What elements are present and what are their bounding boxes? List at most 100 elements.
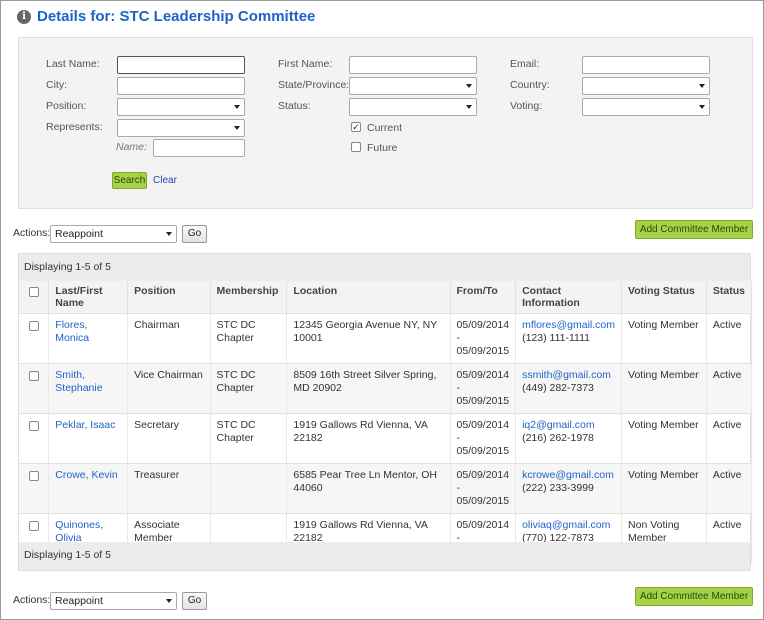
row-checkbox[interactable] bbox=[29, 521, 39, 531]
search-button[interactable]: Search bbox=[112, 172, 147, 189]
name-input[interactable] bbox=[153, 139, 245, 157]
name-label: Name: bbox=[116, 141, 147, 153]
first-name-input[interactable] bbox=[349, 56, 477, 74]
add-committee-member-button[interactable]: Add Committee Member bbox=[635, 587, 753, 606]
col-location[interactable]: Location bbox=[286, 281, 451, 314]
contact-cell: mflores@gmail.com (123) 111-1111 bbox=[515, 313, 623, 364]
city-input[interactable] bbox=[117, 77, 245, 95]
voting-status-cell: Voting Member bbox=[621, 413, 707, 464]
go-button[interactable]: Go bbox=[182, 225, 207, 243]
col-position[interactable]: Position bbox=[127, 281, 211, 314]
col-membership[interactable]: Membership bbox=[210, 281, 288, 314]
chevron-down-icon bbox=[466, 84, 472, 88]
city-label: City: bbox=[46, 79, 67, 91]
members-table: Last/First Name Position Membership Loca… bbox=[19, 281, 753, 563]
row-select-cell bbox=[19, 313, 50, 364]
name-cell: Flores, Monica bbox=[48, 313, 129, 364]
actions-select[interactable]: Reappoint bbox=[50, 225, 177, 243]
membership-cell: STC DC Chapter bbox=[210, 313, 288, 364]
position-cell: Treasurer bbox=[127, 463, 211, 514]
voting-select[interactable] bbox=[582, 98, 710, 116]
phone-text: (449) 282-7373 bbox=[522, 382, 594, 394]
page-title: Details for: STC Leadership Committee bbox=[37, 8, 316, 25]
country-select[interactable] bbox=[582, 77, 710, 95]
position-cell: Secretary bbox=[127, 413, 211, 464]
status-cell: Active bbox=[706, 463, 753, 514]
membership-cell: STC DC Chapter bbox=[210, 363, 288, 414]
status-label: Status: bbox=[278, 100, 311, 112]
to-date: 05/09/2015 bbox=[456, 445, 510, 457]
select-all-checkbox[interactable] bbox=[29, 287, 39, 297]
col-status[interactable]: Status bbox=[706, 281, 753, 314]
phone-text: (216) 262-1978 bbox=[522, 432, 594, 444]
chevron-down-icon bbox=[234, 105, 240, 109]
add-committee-member-button[interactable]: Add Committee Member bbox=[635, 220, 753, 239]
table-row: Crowe, Kevin Treasurer 6585 Pear Tree Ln M… bbox=[19, 463, 753, 514]
date-separator: - bbox=[456, 382, 461, 394]
actions-selected: Reappoint bbox=[55, 595, 103, 607]
checkmark-icon: ✓ bbox=[352, 122, 360, 132]
email-label: Email: bbox=[510, 58, 540, 70]
chevron-down-icon bbox=[466, 105, 472, 109]
chevron-down-icon bbox=[166, 232, 172, 236]
table-row: Flores, Monica Chairman STC DC Chapter 1234… bbox=[19, 313, 753, 364]
email-link[interactable]: kcrowe@gmail.com bbox=[522, 469, 615, 482]
actions-label: Actions: bbox=[13, 227, 51, 239]
member-name-link[interactable]: Peklar, Isaac bbox=[55, 419, 115, 431]
position-select[interactable] bbox=[117, 98, 245, 116]
date-separator: - bbox=[456, 482, 461, 494]
table-row: Smith, Stephanie Vice Chairman STC DC Chap… bbox=[19, 363, 753, 414]
member-name-link[interactable]: Quinones, Olivia bbox=[55, 519, 103, 544]
chevron-down-icon bbox=[234, 126, 240, 130]
row-checkbox[interactable] bbox=[29, 321, 39, 331]
displaying-count-bottom: Displaying 1-5 of 5 bbox=[19, 542, 750, 570]
row-checkbox[interactable] bbox=[29, 471, 39, 481]
membership-cell bbox=[210, 463, 288, 514]
actions-select[interactable]: Reappoint bbox=[50, 592, 177, 610]
clear-link[interactable]: Clear bbox=[153, 175, 177, 186]
member-name-link[interactable]: Crowe, Kevin bbox=[55, 469, 117, 481]
email-link[interactable]: ssmith@gmail.com bbox=[522, 369, 615, 382]
position-cell: Vice Chairman bbox=[127, 363, 211, 414]
from-date: 05/09/2014 bbox=[456, 319, 510, 331]
status-select[interactable] bbox=[349, 98, 477, 116]
current-checkbox[interactable]: ✓ bbox=[351, 122, 361, 132]
row-checkbox[interactable] bbox=[29, 421, 39, 431]
position-label: Position: bbox=[46, 100, 87, 112]
from-to-cell: 05/09/2014-05/09/2015 bbox=[450, 413, 517, 464]
email-link[interactable]: iq2@gmail.com bbox=[522, 419, 615, 432]
chevron-down-icon bbox=[166, 599, 172, 603]
row-select-cell bbox=[19, 463, 50, 514]
contact-cell: iq2@gmail.com (216) 262-1978 bbox=[515, 413, 623, 464]
position-cell: Chairman bbox=[127, 313, 211, 364]
last-name-label: Last Name: bbox=[46, 58, 100, 70]
country-label: Country: bbox=[510, 79, 550, 91]
represents-select[interactable] bbox=[117, 119, 245, 137]
voting-status-cell: Voting Member bbox=[621, 463, 707, 514]
member-name-link[interactable]: Smith, Stephanie bbox=[55, 369, 102, 394]
col-from-to[interactable]: From/To bbox=[450, 281, 517, 314]
last-name-input[interactable] bbox=[117, 56, 245, 74]
future-checkbox[interactable] bbox=[351, 142, 361, 152]
from-to-cell: 05/09/2014-05/09/2015 bbox=[450, 313, 517, 364]
state-label: State/Province: bbox=[278, 79, 350, 91]
go-button[interactable]: Go bbox=[182, 592, 207, 610]
date-separator: - bbox=[456, 432, 461, 444]
email-input[interactable] bbox=[582, 56, 710, 74]
state-select[interactable] bbox=[349, 77, 477, 95]
member-name-link[interactable]: Flores, Monica bbox=[55, 319, 89, 344]
email-link[interactable]: mflores@gmail.com bbox=[522, 319, 615, 332]
position-text: Secretary bbox=[134, 419, 180, 431]
current-label: Current bbox=[367, 122, 403, 134]
to-date: 05/09/2015 bbox=[456, 395, 510, 407]
position-text: Treasurer bbox=[134, 469, 180, 481]
search-panel: Last Name: City: Position: Represents: N… bbox=[18, 37, 753, 209]
col-name[interactable]: Last/First Name bbox=[48, 281, 129, 314]
name-cell: Peklar, Isaac bbox=[48, 413, 129, 464]
col-voting-status[interactable]: Voting Status bbox=[621, 281, 707, 314]
info-icon: i bbox=[17, 9, 31, 24]
row-checkbox[interactable] bbox=[29, 371, 39, 381]
voting-status-cell: Voting Member bbox=[621, 313, 707, 364]
col-contact[interactable]: Contact Information bbox=[515, 281, 623, 314]
email-link[interactable]: oliviaq@gmail.com bbox=[522, 519, 615, 532]
